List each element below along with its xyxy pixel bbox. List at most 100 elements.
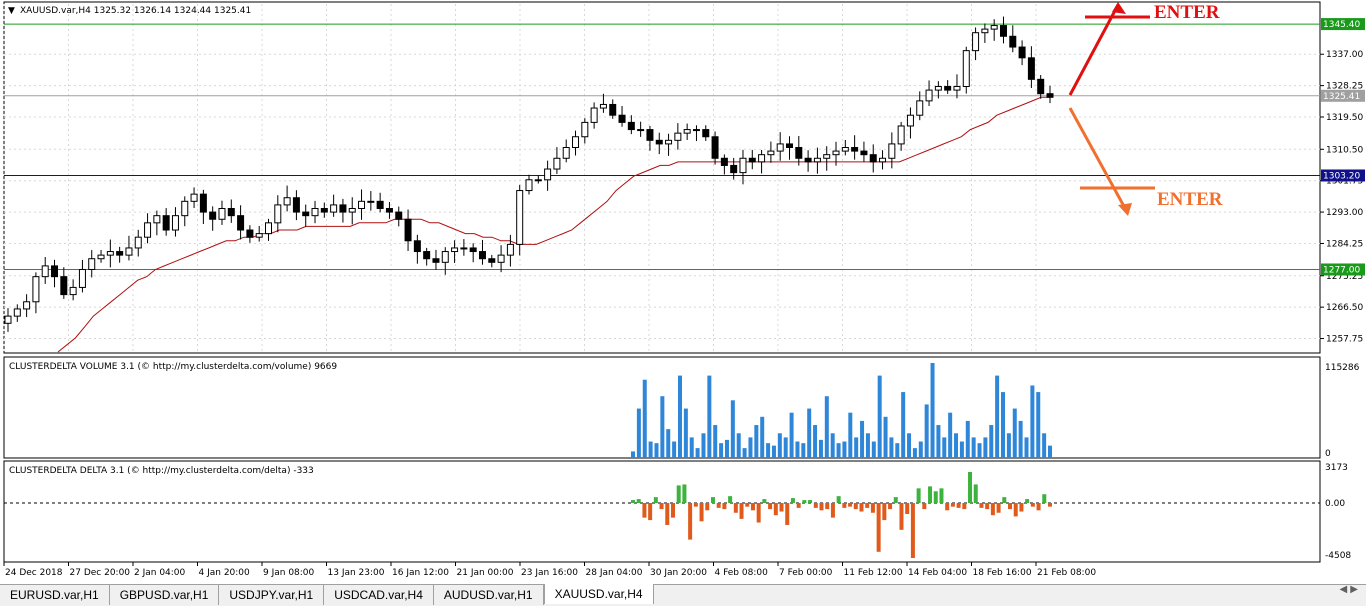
candle-body xyxy=(562,147,570,159)
candle-body xyxy=(125,247,133,256)
dropdown-triangle-icon[interactable]: ▼ xyxy=(8,6,15,16)
volume-bar xyxy=(818,439,823,458)
volume-bar xyxy=(801,443,806,458)
candle-body xyxy=(227,207,235,217)
delta-bar xyxy=(1048,503,1052,507)
volume-bar xyxy=(983,437,988,458)
time-tick-label: 16 Jan 12:00 xyxy=(392,568,449,578)
delta-bar xyxy=(865,503,870,508)
candle-body xyxy=(879,157,887,163)
candle-body xyxy=(330,204,338,213)
delta-bar xyxy=(659,503,664,510)
volume-bar xyxy=(1012,408,1017,458)
chart-tab[interactable]: GBPUSD.var,H1 xyxy=(110,585,220,605)
candle-body xyxy=(171,215,179,231)
level-price-text: 1277.00 xyxy=(1323,265,1360,275)
delta-bar xyxy=(1002,497,1007,503)
time-tick-label: 23 Jan 16:00 xyxy=(521,568,578,578)
candle-body xyxy=(730,164,738,174)
delta-axis-mid: 0.00 xyxy=(1325,499,1345,509)
time-tick-label: 28 Jan 04:00 xyxy=(586,568,643,578)
candle-body xyxy=(41,265,49,278)
volume-bar xyxy=(854,437,859,458)
candle-body xyxy=(209,211,217,220)
delta-bar xyxy=(648,503,653,521)
candle-body xyxy=(302,211,310,217)
candle-body xyxy=(832,150,840,156)
level-price-text: 1345.40 xyxy=(1323,20,1360,30)
volume-bar xyxy=(648,441,653,458)
price-tick-label: 1284.25 xyxy=(1326,239,1363,249)
time-tick-label: 4 Feb 08:00 xyxy=(715,568,769,578)
delta-bar xyxy=(808,500,813,503)
chart-tab[interactable]: USDCAD.var,H4 xyxy=(324,585,434,605)
candle-body xyxy=(13,308,21,317)
time-tick-label: 24 Dec 2018 xyxy=(5,568,63,578)
candle-body xyxy=(804,157,812,163)
chart-tab[interactable]: USDJPY.var,H1 xyxy=(219,585,325,605)
candle-body xyxy=(358,200,366,209)
volume-bar xyxy=(995,375,1000,458)
candle-body xyxy=(1027,57,1035,80)
volume-bar xyxy=(959,441,964,458)
delta-bar xyxy=(636,499,641,503)
candle-body xyxy=(488,258,496,263)
volume-bar xyxy=(989,425,994,458)
candle-body xyxy=(441,251,449,263)
delta-bar xyxy=(956,503,961,508)
candle-body xyxy=(823,154,831,159)
candle-body xyxy=(767,150,775,156)
volume-bar xyxy=(865,433,870,458)
tab-scroll-icon[interactable]: ◀ ▶ xyxy=(1339,584,1358,595)
volume-bar xyxy=(971,437,976,458)
volume-bar xyxy=(631,451,635,458)
candle-body xyxy=(4,315,12,324)
chart-tab[interactable]: EURUSD.var,H1 xyxy=(0,585,110,605)
delta-bar xyxy=(939,488,944,503)
delta-bar xyxy=(642,503,647,518)
chart-tab[interactable]: XAUUSD.var,H4 xyxy=(543,584,654,604)
candle-body xyxy=(962,50,970,88)
volume-bar xyxy=(813,425,818,458)
delta-bar xyxy=(1030,503,1035,507)
candle-body xyxy=(906,114,914,127)
delta-bar xyxy=(916,488,921,503)
chart-canvas[interactable]: 1337.001328.251319.501310.501301.751293.… xyxy=(0,0,1366,580)
candle-body xyxy=(404,218,412,242)
time-axis: 24 Dec 2018 27 Dec 20:00 2 Jan 04:00 4 Jan … xyxy=(3,562,1096,578)
candle-body xyxy=(720,157,728,166)
candle-body xyxy=(627,121,635,131)
price-tick-label: 1293.00 xyxy=(1326,208,1363,218)
delta-panel[interactable] xyxy=(3,460,1321,563)
delta-bar xyxy=(779,503,784,512)
delta-bar xyxy=(933,491,938,503)
volume-bar xyxy=(666,429,671,458)
delta-bar xyxy=(893,497,898,503)
volume-axis-top: 115286 xyxy=(1325,363,1360,373)
price-tick-label: 1257.75 xyxy=(1326,335,1363,345)
price-panel[interactable] xyxy=(3,1,1321,354)
time-tick-label: 21 Jan 00:00 xyxy=(457,568,514,578)
delta-bar xyxy=(688,503,693,540)
volume-bar xyxy=(936,425,941,458)
time-tick-label: 30 Jan 20:00 xyxy=(650,568,707,578)
delta-bar xyxy=(825,503,830,510)
candle-body xyxy=(97,254,105,260)
volume-bar xyxy=(754,425,759,458)
volume-bar xyxy=(912,448,917,458)
volume-bar xyxy=(907,433,912,458)
delta-bar xyxy=(653,497,658,503)
candle-body xyxy=(581,121,589,138)
volume-bar xyxy=(719,443,724,458)
time-tick-label: 13 Jan 23:00 xyxy=(328,568,385,578)
candle-body xyxy=(283,197,291,206)
volume-bar xyxy=(724,439,729,458)
chart-tab[interactable]: AUDUSD.var,H1 xyxy=(434,585,544,605)
delta-bar xyxy=(813,503,818,508)
candle-body xyxy=(32,276,40,303)
candle-body xyxy=(516,190,524,245)
candle-body xyxy=(590,107,598,123)
chart-tab-bar: EURUSD.var,H1 GBPUSD.var,H1 USDJPY.var,H1 U… xyxy=(0,584,1366,606)
delta-bar xyxy=(790,498,795,503)
candle-body xyxy=(683,129,691,134)
